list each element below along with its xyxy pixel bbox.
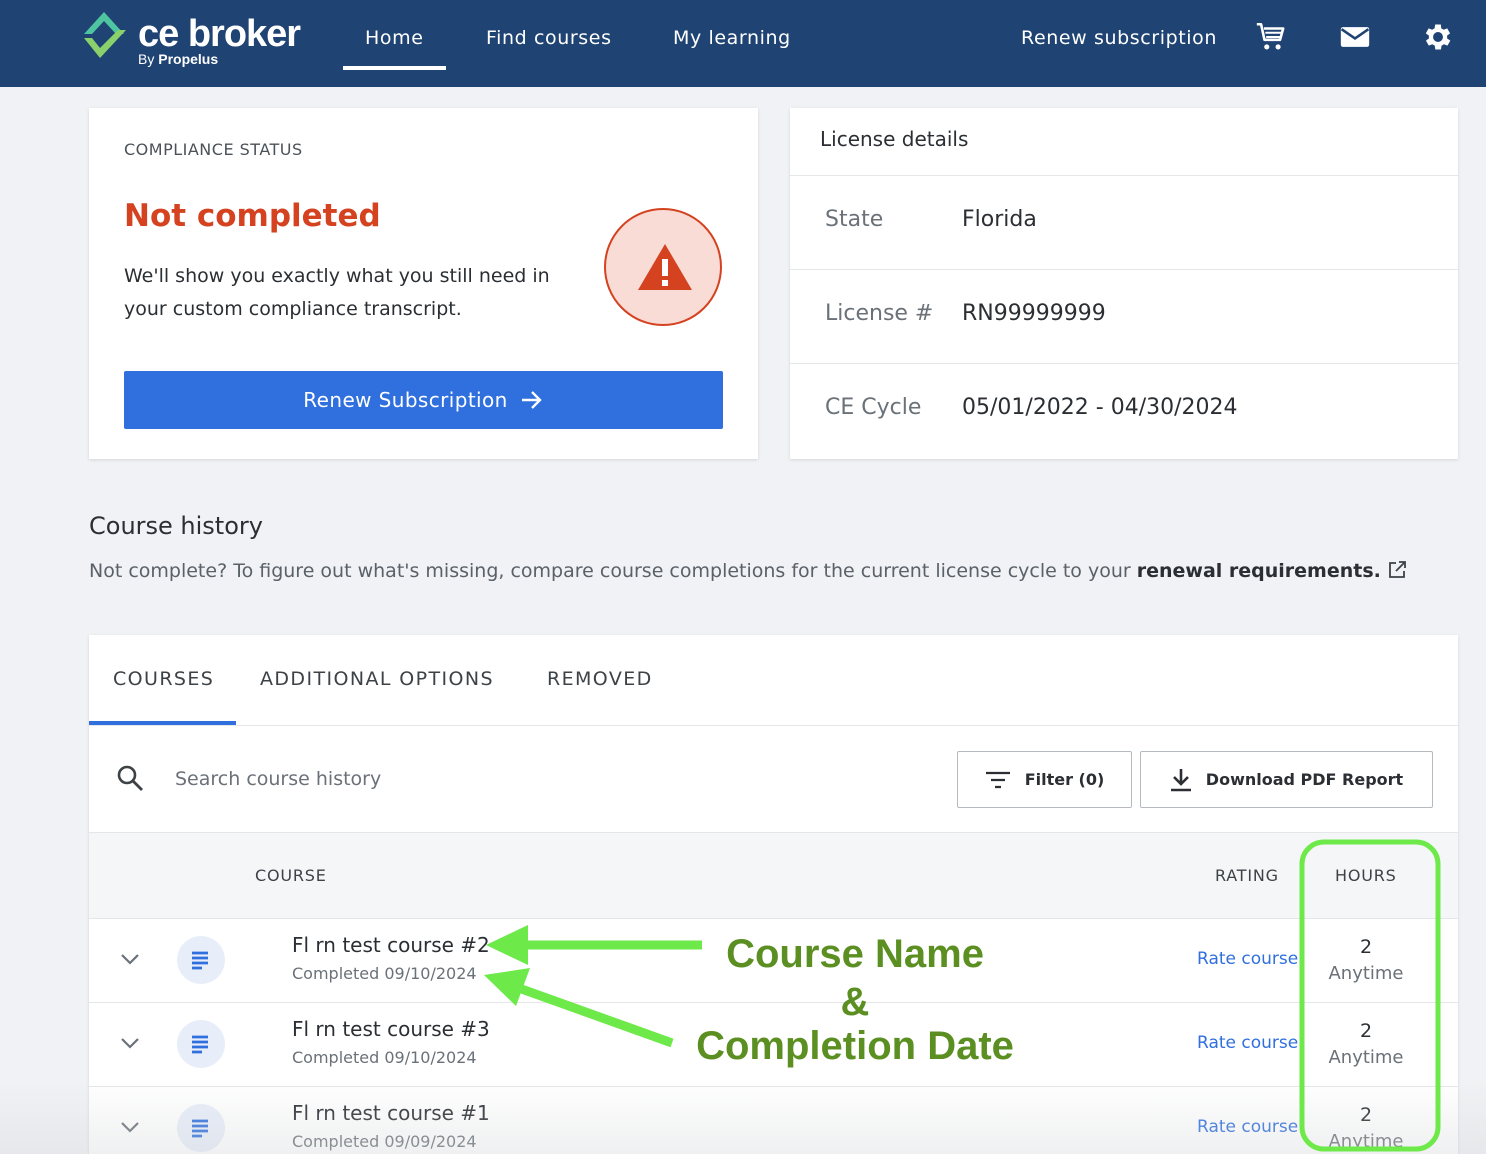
column-header-hours[interactable]: HOURS bbox=[1335, 866, 1397, 885]
license-key: CE Cycle bbox=[825, 395, 922, 420]
renew-subscription-button-label: Renew Subscription bbox=[303, 388, 508, 412]
license-row-number: License # RN99999999 bbox=[790, 270, 1458, 364]
course-name[interactable]: Fl rn test course #1 bbox=[292, 1101, 490, 1125]
warning-icon bbox=[638, 244, 692, 290]
document-icon bbox=[192, 1119, 208, 1138]
external-link-icon[interactable] bbox=[1387, 560, 1407, 580]
license-row-cycle: CE Cycle 05/01/2022 - 04/30/2024 bbox=[790, 364, 1458, 458]
nav-active-indicator bbox=[343, 66, 446, 70]
course-history-panel: COURSES ADDITIONAL OPTIONS REMOVED Filte… bbox=[89, 635, 1458, 1154]
logo-by: By bbox=[138, 51, 155, 67]
tab-additional-options[interactable]: ADDITIONAL OPTIONS bbox=[260, 668, 494, 690]
filter-button[interactable]: Filter (0) bbox=[957, 751, 1132, 808]
mail-icon[interactable] bbox=[1338, 20, 1372, 54]
search-course-history-input[interactable] bbox=[175, 762, 775, 796]
cart-icon[interactable] bbox=[1254, 20, 1288, 54]
license-row-state: State Florida bbox=[790, 176, 1458, 270]
rate-course-link[interactable]: Rate course bbox=[1197, 1117, 1298, 1137]
tab-courses[interactable]: COURSES bbox=[113, 668, 214, 690]
course-doc-badge bbox=[177, 936, 225, 984]
license-key: License # bbox=[825, 301, 934, 326]
license-value: 05/01/2022 - 04/30/2024 bbox=[962, 395, 1238, 420]
course-history-description: Not complete? To figure out what's missi… bbox=[89, 560, 1429, 582]
filter-icon bbox=[985, 771, 1010, 788]
annotation-course-name: Course Name bbox=[726, 932, 984, 976]
table-row[interactable]: Fl rn test course #1 Completed 09/09/202… bbox=[89, 1087, 1458, 1154]
logo-text: ce broker bbox=[138, 13, 301, 55]
logo-company: Propelus bbox=[158, 51, 219, 67]
rate-course-link[interactable]: Rate course bbox=[1197, 949, 1298, 969]
chevron-down-icon[interactable] bbox=[119, 1035, 141, 1051]
license-key: State bbox=[825, 207, 884, 232]
column-header-rating[interactable]: RATING bbox=[1215, 866, 1279, 885]
rate-course-link[interactable]: Rate course bbox=[1197, 1033, 1298, 1053]
nav-home[interactable]: Home bbox=[365, 24, 424, 54]
nav-find-courses[interactable]: Find courses bbox=[486, 24, 612, 54]
download-icon bbox=[1170, 768, 1191, 791]
arrow-right-icon bbox=[521, 391, 542, 409]
course-hours-type: Anytime bbox=[1328, 963, 1404, 984]
course-completion-date: Completed 09/10/2024 bbox=[292, 1048, 477, 1067]
annotation-completion-date: Completion Date bbox=[696, 1024, 1014, 1068]
course-completion-date: Completed 09/09/2024 bbox=[292, 1132, 477, 1151]
renew-subscription-button[interactable]: Renew Subscription bbox=[124, 371, 723, 429]
course-hours: 2 bbox=[1359, 1104, 1373, 1126]
license-details-card: License details State Florida License # … bbox=[790, 108, 1458, 459]
course-table-header: COURSE RATING HOURS bbox=[89, 832, 1458, 919]
download-pdf-report-button[interactable]: Download PDF Report bbox=[1140, 751, 1433, 808]
course-completion-date: Completed 09/10/2024 bbox=[292, 964, 477, 983]
compliance-status-value: Not completed bbox=[124, 198, 381, 234]
active-tab-indicator bbox=[89, 721, 236, 725]
warning-badge bbox=[604, 208, 722, 326]
course-name[interactable]: Fl rn test course #3 bbox=[292, 1017, 490, 1041]
logo-subtitle: By Propelus bbox=[138, 51, 218, 67]
nav-my-learning[interactable]: My learning bbox=[673, 24, 791, 54]
ce-broker-logo[interactable]: ce broker By Propelus bbox=[80, 8, 320, 72]
document-icon bbox=[192, 1035, 208, 1054]
course-doc-badge bbox=[177, 1020, 225, 1068]
license-value: Florida bbox=[962, 207, 1037, 232]
compliance-status-card: COMPLIANCE STATUS Not completed We'll sh… bbox=[89, 108, 758, 459]
gear-icon[interactable] bbox=[1421, 20, 1455, 54]
download-pdf-report-label: Download PDF Report bbox=[1205, 770, 1404, 789]
chevron-down-icon[interactable] bbox=[119, 951, 141, 967]
renewal-requirements-link[interactable]: renewal requirements. bbox=[1137, 560, 1381, 582]
course-hours-type: Anytime bbox=[1328, 1131, 1404, 1152]
compliance-status-label: COMPLIANCE STATUS bbox=[124, 140, 303, 159]
license-details-title: License details bbox=[820, 127, 969, 151]
top-nav-bar: ce broker By Propelus Home Find courses … bbox=[0, 0, 1486, 87]
ce-broker-logo-mark-icon bbox=[84, 12, 126, 58]
license-value: RN99999999 bbox=[962, 301, 1106, 326]
compliance-status-description: We'll show you exactly what you still ne… bbox=[124, 265, 550, 320]
course-doc-badge bbox=[177, 1104, 225, 1152]
course-name[interactable]: Fl rn test course #2 bbox=[292, 933, 490, 957]
chevron-down-icon[interactable] bbox=[119, 1119, 141, 1135]
course-history-tabs: COURSES ADDITIONAL OPTIONS REMOVED bbox=[89, 635, 1458, 726]
document-icon bbox=[192, 951, 208, 970]
tab-removed[interactable]: REMOVED bbox=[547, 668, 653, 690]
filter-button-label: Filter (0) bbox=[1024, 770, 1105, 789]
course-hours: 2 bbox=[1359, 1020, 1373, 1042]
course-history-description-text: Not complete? To figure out what's missi… bbox=[89, 560, 1137, 582]
course-hours: 2 bbox=[1359, 936, 1373, 958]
renew-subscription-link[interactable]: Renew subscription bbox=[1021, 24, 1217, 54]
column-header-course[interactable]: COURSE bbox=[255, 866, 327, 885]
course-history-title: Course history bbox=[89, 512, 263, 540]
search-icon bbox=[117, 765, 143, 791]
license-details-header: License details bbox=[790, 108, 1458, 176]
course-hours-type: Anytime bbox=[1328, 1047, 1404, 1068]
annotation-ampersand: & bbox=[840, 980, 870, 1024]
